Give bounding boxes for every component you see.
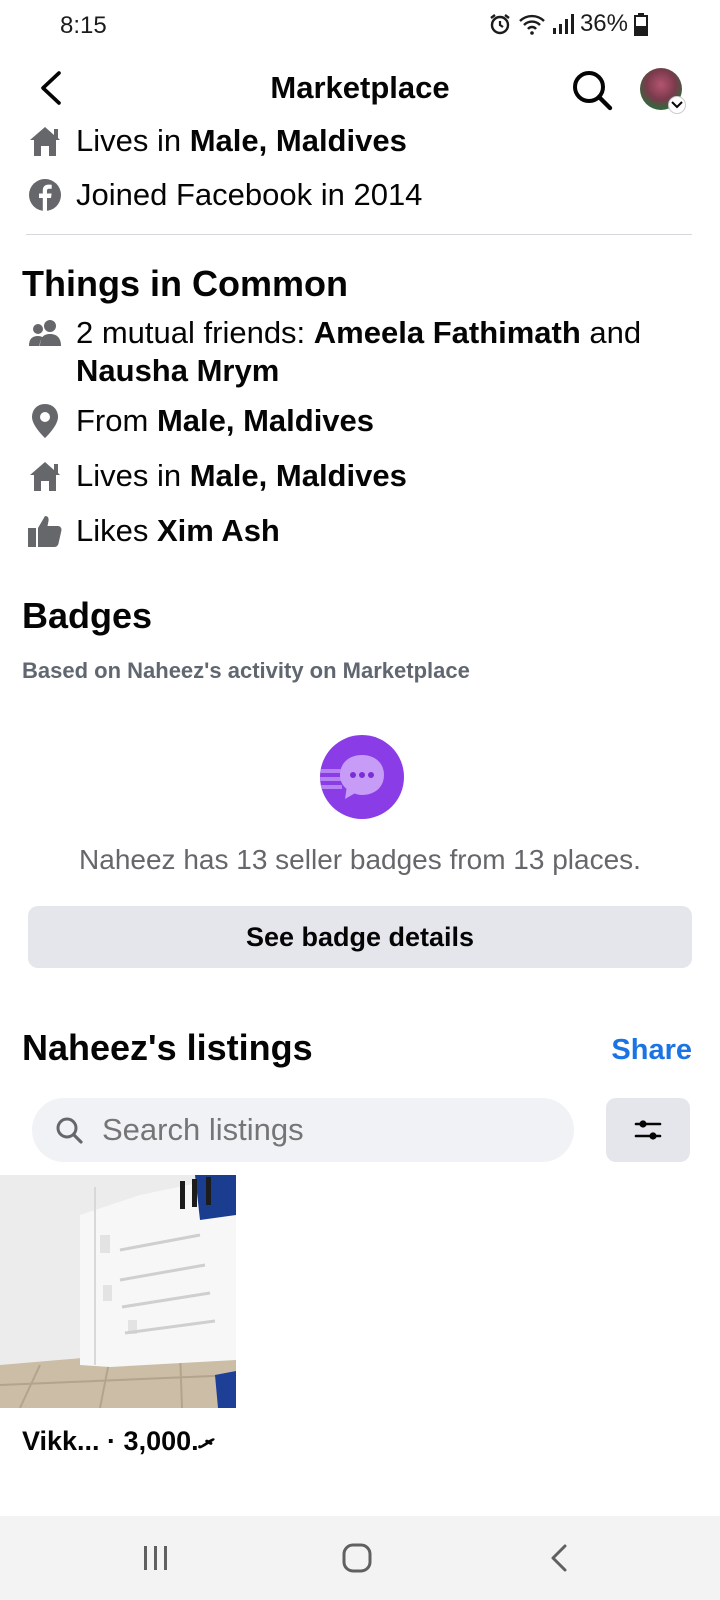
see-badge-details-button[interactable]: See badge details: [28, 906, 692, 968]
alarm-icon: [488, 12, 512, 36]
status-bar: 8:15 36%: [0, 0, 720, 52]
recent-apps-icon: [144, 1546, 167, 1570]
chevron-down-icon[interactable]: [668, 96, 686, 114]
recent-apps-button[interactable]: [131, 1536, 181, 1580]
from-text: From Male, Maldives: [76, 403, 375, 438]
home-circle-icon: [342, 1543, 372, 1573]
about-lives-text: Lives in Male, Maldives: [76, 123, 407, 158]
home-icon: [26, 122, 64, 160]
search-listings-input[interactable]: [102, 1112, 502, 1148]
mutual-friend-link[interactable]: Nausha Mrym: [76, 353, 279, 388]
about-joined-text: Joined Facebook in 2014: [76, 177, 423, 212]
about-lives-row: Lives in Male, Maldives: [26, 122, 407, 160]
listing-thumbnail[interactable]: [0, 1175, 236, 1408]
mutual-friend-link[interactable]: Ameela Fathimath: [314, 315, 581, 350]
mutual-friends-text: 2 mutual friends: Ameela Fathimath and N…: [76, 315, 642, 388]
battery-text: 36%: [579, 10, 628, 37]
search-listings-field[interactable]: [32, 1098, 574, 1162]
wifi-icon: [518, 12, 546, 36]
share-link[interactable]: Share: [611, 1034, 692, 1067]
home-button[interactable]: [332, 1536, 382, 1580]
seller-badge-icon[interactable]: [320, 735, 404, 819]
search-icon: [54, 1115, 84, 1145]
sliders-icon: [634, 1120, 662, 1140]
common-lives-text: Lives in Male, Maldives: [76, 458, 407, 493]
section-divider: [26, 234, 692, 235]
signal-icon: [552, 13, 574, 35]
status-time: 8:15: [60, 12, 107, 39]
likes-link[interactable]: Xim Ash: [157, 513, 280, 548]
things-in-common-heading: Things in Common: [22, 263, 348, 304]
mutual-friends-row: 2 mutual friends: Ameela Fathimath and N…: [26, 314, 676, 390]
listing-caption[interactable]: Vikk... · 3,000.ރ: [22, 1426, 215, 1458]
badges-subtitle: Based on Naheez's activity on Marketplac…: [22, 658, 470, 683]
badges-summary: Naheez has 13 seller badges from 13 plac…: [79, 844, 641, 875]
common-lives-row: Lives in Male, Maldives: [26, 457, 407, 495]
friends-icon: [26, 314, 64, 352]
likes-text: Likes Xim Ash: [76, 513, 280, 548]
system-back-button[interactable]: [534, 1536, 584, 1580]
listings-heading: Naheez's listings: [22, 1027, 313, 1068]
likes-row: Likes Xim Ash: [26, 512, 280, 550]
from-row: From Male, Maldives: [26, 402, 374, 440]
battery-icon: [634, 12, 648, 36]
facebook-icon: [26, 176, 64, 214]
back-arrow-icon: [551, 1544, 567, 1572]
app-header: Marketplace: [0, 52, 720, 128]
search-icon: [573, 71, 613, 111]
system-nav-bar: [0, 1516, 720, 1600]
search-button[interactable]: [568, 66, 616, 114]
status-icons: 36%: [488, 10, 648, 38]
badges-heading: Badges: [22, 595, 153, 636]
filter-button[interactable]: [606, 1098, 690, 1162]
thumbs-up-icon: [26, 512, 64, 550]
home-icon: [26, 457, 64, 495]
location-pin-icon: [26, 402, 64, 440]
about-joined-row: Joined Facebook in 2014: [26, 176, 422, 214]
